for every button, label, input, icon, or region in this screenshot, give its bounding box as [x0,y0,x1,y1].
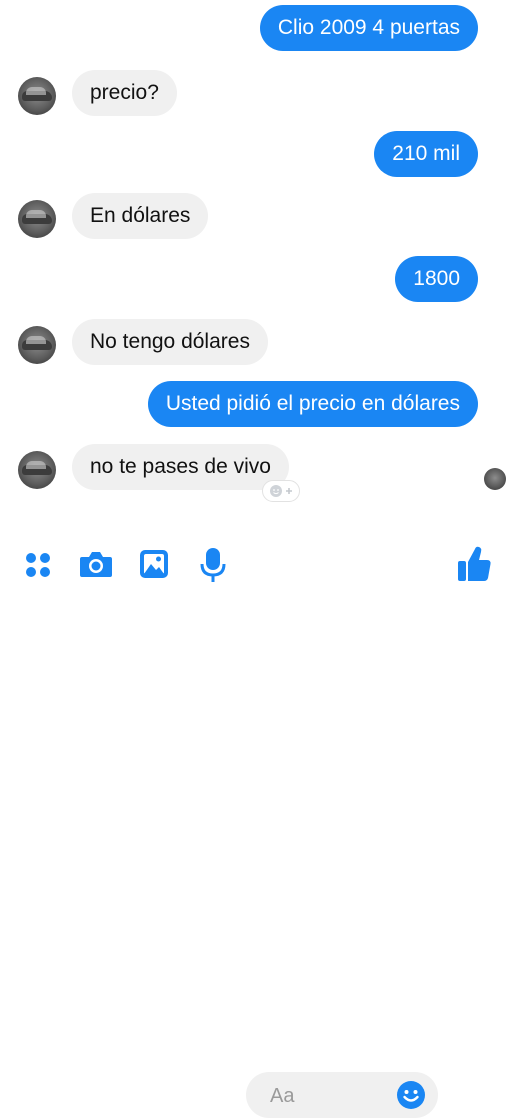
message-text: No tengo dólares [90,330,250,353]
incoming-message-bubble[interactable]: no te pases de vivo [72,444,289,490]
contact-avatar[interactable] [18,326,56,364]
microphone-icon[interactable] [198,546,228,584]
contact-avatar[interactable] [18,77,56,115]
message-text: Clio 2009 4 puertas [277,16,460,39]
message-text: precio? [90,81,159,104]
incoming-message-bubble[interactable]: precio? [72,70,177,116]
message-input[interactable] [268,1072,382,1120]
incoming-message-bubble[interactable]: No tengo dólares [72,319,268,365]
add-reaction-icon [270,485,292,497]
contact-avatar[interactable] [18,451,56,489]
message-toolbar [0,530,513,1120]
outgoing-message-bubble[interactable]: 210 mil [374,131,478,177]
message-text: no te pases de vivo [90,455,271,478]
add-reaction-button[interactable] [262,480,300,502]
gallery-icon[interactable] [138,548,170,580]
message-text: 1800 [413,267,460,290]
emoji-icon[interactable] [396,1080,426,1110]
message-text: Usted pidió el precio en dólares [165,392,460,415]
incoming-message-bubble[interactable]: En dólares [72,193,209,239]
outgoing-message-bubble[interactable]: 1800 [395,256,478,302]
outgoing-message-bubble[interactable]: Usted pidió el precio en dólares [147,381,478,427]
seen-avatar [484,468,506,490]
more-apps-icon[interactable] [24,551,52,579]
message-composer[interactable] [246,1072,438,1120]
outgoing-message-bubble[interactable]: Clio 2009 4 puertas [259,5,478,51]
camera-icon[interactable] [78,548,114,580]
message-text: 210 mil [392,142,460,165]
thumbs-up-icon[interactable] [456,544,492,584]
message-text: En dólares [90,204,191,227]
contact-avatar[interactable] [18,200,56,238]
